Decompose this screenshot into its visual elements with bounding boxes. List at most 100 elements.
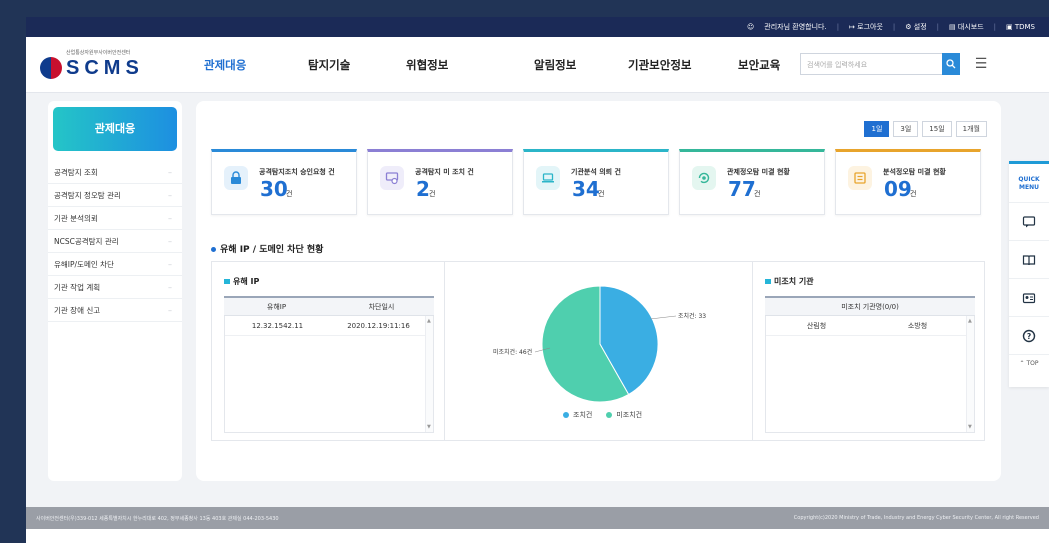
legend-item-done[interactable]: 조치건 (563, 410, 592, 420)
flag-icon (765, 279, 771, 284)
period-button-15days[interactable]: 15일 (922, 121, 952, 137)
dash-icon: – (168, 236, 172, 246)
ip-table: 유해IP 차단일시 12.32.1542.11 2020.12.19:11:16… (224, 296, 434, 433)
scroll-down-icon[interactable]: ▼ (968, 424, 972, 430)
table-header: 유해IP 차단일시 (224, 298, 434, 316)
period-button-1month[interactable]: 1개월 (955, 121, 987, 137)
dash-icon: – (168, 213, 172, 223)
page-bottom (26, 529, 1049, 543)
logout-link[interactable]: ↦ 로그아웃 (849, 22, 883, 32)
refresh-shield-icon (692, 166, 716, 190)
dash-icon: – (168, 305, 172, 315)
card-title: 기관분석 의뢰 건 (571, 168, 621, 176)
dash-icon: – (168, 190, 172, 200)
nav-item-notice-info[interactable]: 알림정보 (534, 57, 628, 73)
search-input[interactable]: 검색어를 입력하세요 (800, 53, 960, 75)
sidebar-item[interactable]: 유해IP/도메인 차단 – (48, 253, 182, 276)
table-header: 미조치 기관명(0/0) (765, 298, 975, 316)
divider: | (836, 23, 840, 31)
user-icon: ☺ (746, 23, 755, 31)
caret-up-icon: ⌃ (1019, 360, 1025, 367)
pie-legend: 조치건 미조치건 (563, 410, 642, 420)
stat-card-unhandled-attack[interactable]: 공격탐지 미 조치 건 2 건 (367, 149, 513, 215)
quick-item-contact[interactable] (1009, 278, 1049, 316)
footer-copyright: Copyright(c)2020 Ministry of Trade, Indu… (793, 515, 1039, 521)
column-header: 미조치 기관명(0/0) (841, 302, 899, 311)
nav-item-threat-info[interactable]: 위협정보 (406, 57, 534, 73)
card-value: 77 (728, 177, 756, 201)
sidebar-item[interactable]: 공격탐지 정오탐 관리 – (48, 184, 182, 207)
stat-card-analysis-request[interactable]: 기관분석 의뢰 건 34 건 (523, 149, 669, 215)
logo-org-text: 산업통상자원부사이버안전센터 (66, 50, 131, 56)
legend-item-pending[interactable]: 미조치건 (606, 410, 642, 420)
settings-link[interactable]: ⚙ 설정 (905, 22, 926, 32)
divider (752, 262, 753, 440)
quick-menu-title: QUICK MENU (1018, 176, 1040, 191)
contact-card-icon (1022, 292, 1036, 303)
flag-icon (224, 279, 230, 284)
table-row[interactable]: 12.32.1542.11 2020.12.19:11:16 (225, 316, 433, 336)
sidebar-item[interactable]: 기관 작업 계획 – (48, 276, 182, 299)
lock-icon (224, 166, 248, 190)
quick-menu: QUICK MENU ? ⌃ TOP (1009, 161, 1049, 387)
site-header: 산업통상자원부사이버안전센터 SCMS 관제대응 탐지기술 위협정보 알림정보 … (26, 37, 1049, 93)
card-unit: 건 (429, 190, 436, 198)
scrollbar[interactable]: ▲ ▼ (966, 316, 974, 432)
nav-item-security-education[interactable]: 보안교육 (738, 57, 780, 73)
search-icon (946, 59, 956, 69)
scroll-top-button[interactable]: ⌃ TOP (1009, 354, 1049, 372)
quick-item-book[interactable] (1009, 240, 1049, 278)
divider: | (892, 23, 896, 31)
sidebar-title: 관제대응 (53, 107, 177, 151)
search-button[interactable] (942, 53, 960, 75)
card-title: 공격탐지조치 승인요청 건 (259, 168, 335, 176)
scroll-down-icon[interactable]: ▼ (427, 424, 431, 430)
divider: | (936, 23, 940, 31)
app-window: ☺ 관리자님 환영합니다. | ↦ 로그아웃 | ⚙ 설정 | ▤ 대시보드 |… (26, 17, 1049, 543)
hamburger-menu-icon[interactable]: ☰ (972, 53, 990, 75)
nav-item-detection-tech[interactable]: 탐지기술 (308, 57, 406, 73)
divider: | (993, 23, 996, 31)
dash-icon: – (168, 259, 172, 269)
card-value: 34 (572, 177, 600, 201)
quick-item-message[interactable] (1009, 202, 1049, 240)
footer-address: 사이버안전센터(우)339-012 세종특별자치시 한누리대로 402, 정부세… (36, 515, 279, 522)
dashboard-link[interactable]: ▤ 대시보드 (949, 22, 984, 32)
ip-table-title: 유해 IP (224, 276, 259, 287)
stat-card-analysis-pending[interactable]: 분석정오탐 미결 현황 09 건 (835, 149, 981, 215)
table-cell: 산림청 (806, 321, 827, 330)
card-unit: 건 (754, 190, 761, 198)
period-filter: 1일 3일 15일 1개월 (864, 121, 987, 137)
table-row[interactable]: 산림청 소방청 (766, 316, 974, 336)
card-value: 2 (416, 177, 430, 201)
card-title: 공격탐지 미 조치 건 (415, 168, 474, 176)
sidebar-item[interactable]: NCSC공격탐지 관리 – (48, 230, 182, 253)
main-nav: 관제대응 탐지기술 위협정보 알림정보 기관보안정보 보안교육 (204, 37, 780, 93)
stat-card-monitoring-pending[interactable]: 관제정오탐 미결 현황 77 건 (679, 149, 825, 215)
quick-item-help[interactable]: ? (1009, 316, 1049, 354)
card-title: 관제정오탐 미결 현황 (727, 168, 790, 176)
nav-item-agency-security[interactable]: 기관보안정보 (628, 57, 738, 73)
stat-card-approval-request[interactable]: 공격탐지조치 승인요청 건 30 건 (211, 149, 357, 215)
tdms-link[interactable]: ▣ TDMS (1006, 23, 1035, 31)
sidebar-item[interactable]: 기관 분석의뢰 – (48, 207, 182, 230)
table-cell: 2020.12.19:11:16 (347, 321, 410, 330)
sidebar-item[interactable]: 기관 장애 신고 – (48, 299, 182, 322)
dash-icon: – (168, 282, 172, 292)
org-table-title: 미조치 기관 (765, 276, 814, 287)
blocking-status-panel: 유해 IP 유해IP 차단일시 12.32.1542.11 2020.12.19… (211, 261, 985, 441)
scrollbar[interactable]: ▲ ▼ (425, 316, 433, 432)
period-button-1day[interactable]: 1일 (864, 121, 890, 137)
scroll-up-icon[interactable]: ▲ (427, 318, 431, 324)
sidebar-item[interactable]: 공격탐지 조회 – (48, 161, 182, 184)
greeting-text: 관리자님 환영합니다. (764, 23, 827, 31)
nav-item-response[interactable]: 관제대응 (204, 57, 308, 73)
period-button-3days[interactable]: 3일 (893, 121, 919, 137)
utility-bar: ☺ 관리자님 환영합니다. | ↦ 로그아웃 | ⚙ 설정 | ▤ 대시보드 |… (26, 17, 1049, 37)
sidebar-menu: 공격탐지 조회 – 공격탐지 정오탐 관리 – 기관 분석의뢰 – NCSC공격탐지 … (48, 161, 182, 322)
pie-label-pending: 미조치건: 46건 (493, 348, 532, 356)
monitor-check-icon (380, 166, 404, 190)
column-header: 유해IP (266, 302, 287, 311)
scroll-up-icon[interactable]: ▲ (968, 318, 972, 324)
card-unit: 건 (910, 190, 917, 198)
